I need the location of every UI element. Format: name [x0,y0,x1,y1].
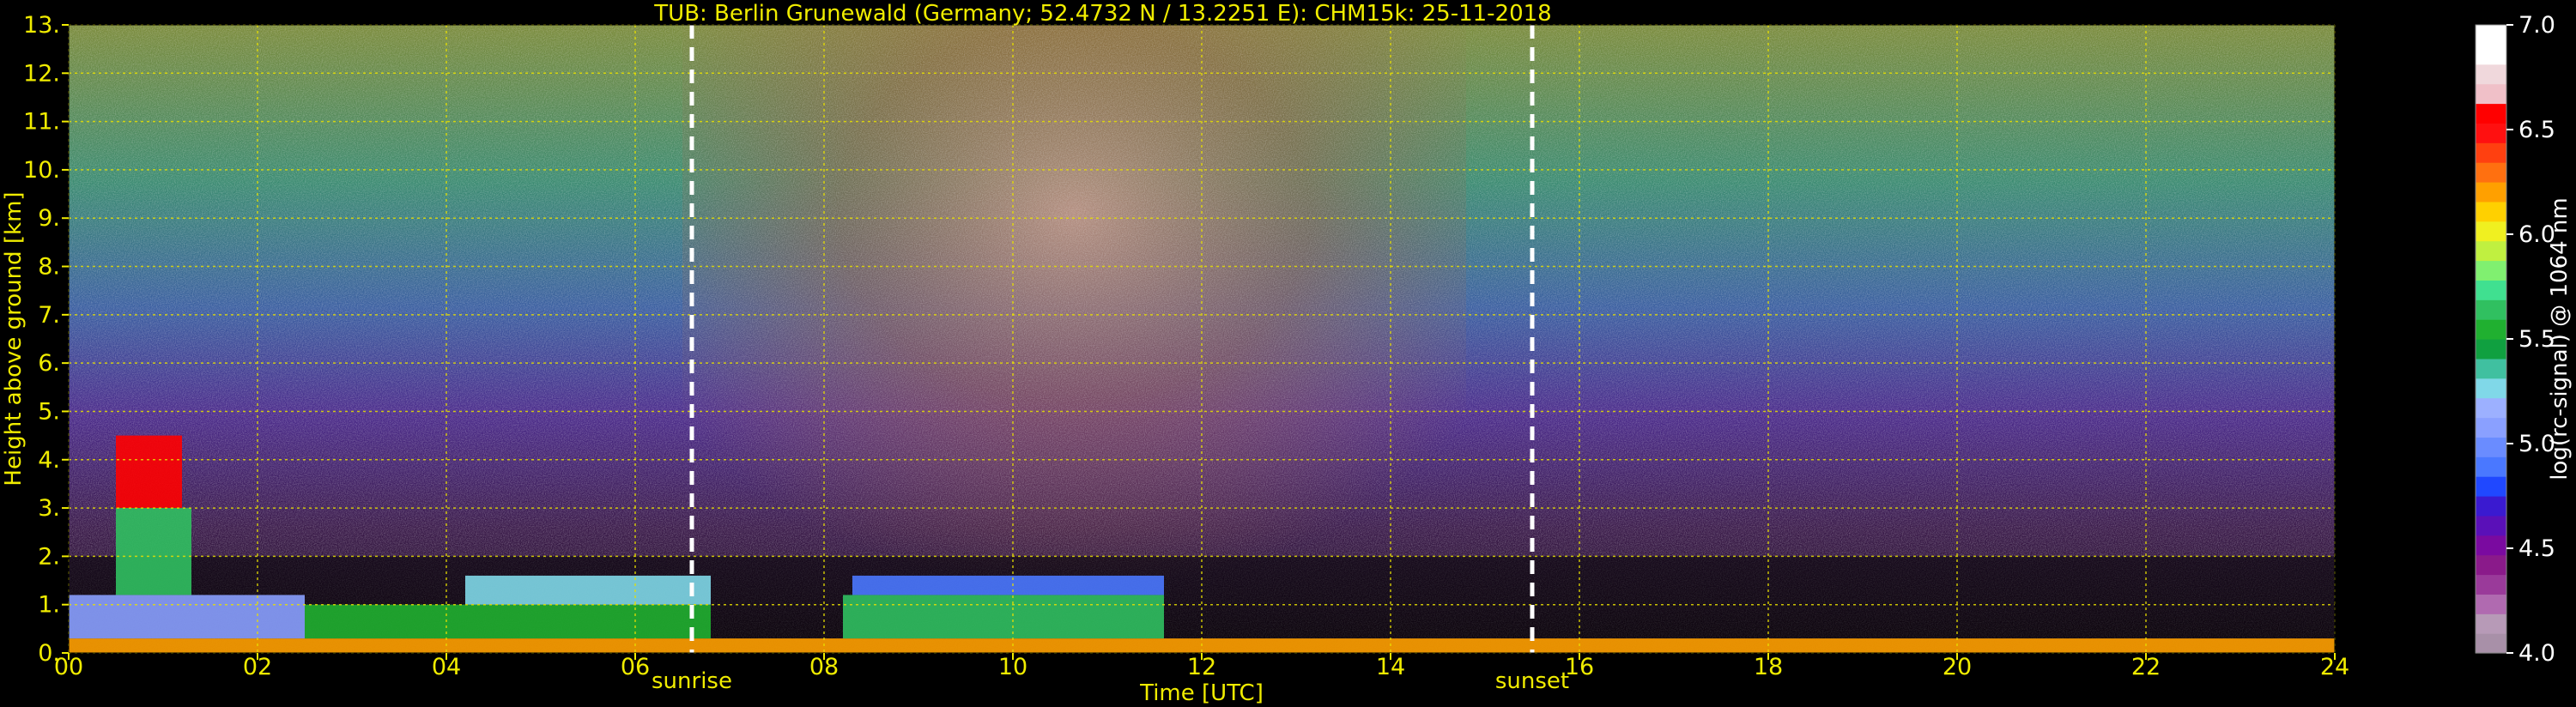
colorbar-tick-label: 4.0 [2518,640,2555,667]
colorbar-segment [2476,417,2506,438]
x-tick-label: 02 [243,654,272,680]
y-tick-label: 2. [38,543,60,570]
x-tick-label: 22 [2131,654,2161,680]
colorbar-segment [2476,162,2506,183]
x-tick-label: 24 [2320,654,2349,680]
colorbar-segment [2476,339,2506,360]
y-tick-label: 13. [23,12,60,39]
y-tick-label: 0. [38,640,60,667]
x-tick-label: 20 [1943,654,1972,680]
colorbar-segment [2476,44,2506,65]
y-tick-label: 10. [23,157,60,184]
x-tick-label: 14 [1376,654,1405,680]
colorbar-segment [2476,437,2506,457]
feature-early-aerosol-layer [69,595,305,639]
y-tick-label: 4. [38,447,60,474]
lidar-quicklook-figure: sunrise sunset 00 02 04 06 08 10 12 14 16 18 20 22 24… [0,0,2576,707]
feature-elevated-cloud [116,435,182,509]
y-tick-label: 7. [38,302,60,329]
feature-cloud-column [116,508,191,595]
y-tick-label: 8. [38,254,60,281]
colorbar-segment [2476,633,2506,654]
colorbar-segment [2476,83,2506,105]
y-tick-label: 5. [38,398,60,425]
colorbar-segment [2476,63,2506,85]
colorbar-segment [2476,358,2506,379]
colorbar-segment [2476,25,2506,45]
chart-title: TUB: Berlin Grunewald (Germany; 52.4732 … [653,1,1551,27]
y-axis-label: Height above ground [km] [1,191,27,486]
colorbar-segment [2476,378,2506,399]
y-tick-label: 12. [23,60,60,87]
colorbar-tick-label: 7.0 [2518,12,2555,39]
colorbar-segment [2476,496,2506,517]
colorbar-segment [2476,123,2506,143]
colorbar-segment [2476,260,2506,281]
colorbar-segment [2476,574,2506,595]
colorbar-tick-label: 6.5 [2518,117,2555,143]
feature-midday-cloud-deck [852,575,1164,595]
x-tick-label: 16 [1565,654,1594,680]
colorbar-segment [2476,554,2506,576]
x-tick-label: 04 [432,654,461,680]
y-tick-label: 3. [38,495,60,522]
colorbar-segment [2476,594,2506,614]
x-tick-label: 08 [809,654,839,680]
colorbar-segment [2476,221,2506,242]
colorbar-segment [2476,476,2506,497]
sunset-label: sunset [1495,668,1569,694]
y-tick-label: 6. [38,350,60,377]
colorbar-segment [2476,182,2506,202]
feature-midday-aerosol-layer [843,595,1164,639]
colorbar-segment [2476,613,2506,634]
colorbar-tick-label: 4.5 [2518,535,2555,562]
colorbar-label: log(rc-signal) @ 1064 nm [2547,197,2573,480]
x-tick-label: 12 [1187,654,1216,680]
colorbar-segment [2476,299,2506,320]
colorbar-segment [2476,456,2506,477]
sunrise-label: sunrise [652,668,732,694]
y-tick-label: 1. [38,592,60,619]
colorbar-segment [2476,397,2506,419]
x-tick-label: 06 [621,654,650,680]
colorbar-segment [2476,535,2506,556]
feature-morning-cloud-deck [465,575,711,605]
colorbar-segment [2476,240,2506,262]
x-axis-label: Time [UTC] [1139,680,1264,706]
colorbar-segment [2476,142,2506,163]
y-tick-label: 9. [38,205,60,232]
colorbar-segment [2476,319,2506,340]
feature-morning-aerosol-layer [305,604,711,639]
colorbar-segment [2476,515,2506,536]
y-tick-label: 11. [23,109,60,136]
colorbar-segment [2476,201,2506,222]
x-tick-label: 10 [998,654,1027,680]
x-tick-label: 18 [1754,654,1783,680]
colorbar-segment [2476,103,2506,124]
colorbar-segment [2476,280,2506,300]
